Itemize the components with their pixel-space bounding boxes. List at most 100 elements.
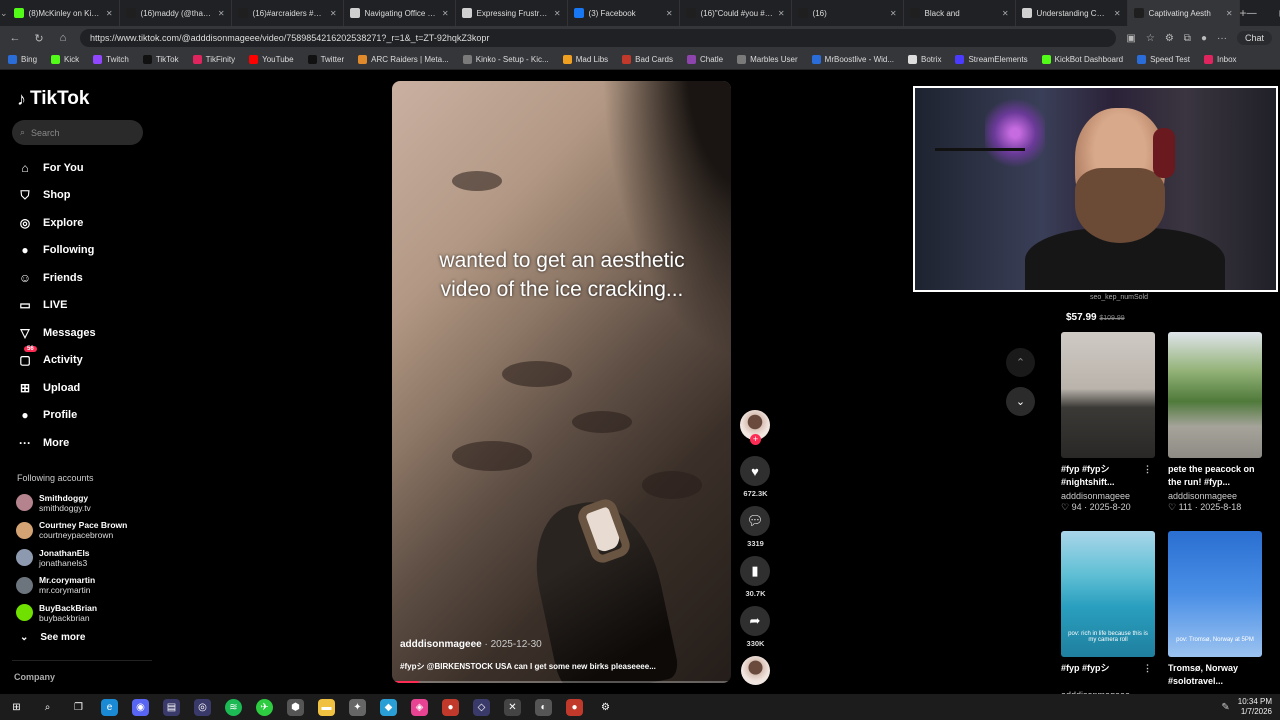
- share-button[interactable]: ➦: [740, 606, 770, 636]
- clock[interactable]: 10:34 PM 1/7/2026: [1238, 697, 1272, 717]
- related-video-card[interactable]: pov: Tromsø, Norway at 5PM Tromsø, Norwa…: [1168, 531, 1263, 688]
- card-author[interactable]: adddisonmageee: [1168, 491, 1263, 501]
- bookmark-item[interactable]: Marbles User: [737, 55, 798, 64]
- bookmark-item[interactable]: Chatle: [686, 55, 723, 64]
- bookmark-item[interactable]: MrBoostlive - Wid...: [811, 55, 894, 64]
- company-link[interactable]: Company: [14, 672, 55, 682]
- reload-icon[interactable]: ↻: [32, 32, 46, 45]
- like-button[interactable]: ♥: [740, 456, 770, 486]
- app-icon[interactable]: ●: [442, 698, 459, 716]
- bookmark-item[interactable]: KickBot Dashboard: [1041, 55, 1123, 64]
- following-account[interactable]: BuyBackBrian buybackbrian: [16, 599, 127, 627]
- app-icon[interactable]: ◈: [411, 698, 428, 716]
- back-icon[interactable]: ←: [8, 32, 22, 44]
- bookmark-item[interactable]: ARC Raiders | Meta...: [358, 55, 449, 64]
- close-tab-icon[interactable]: ✕: [442, 9, 449, 18]
- bookmark-item[interactable]: Inbox: [1203, 55, 1237, 64]
- more-options-icon[interactable]: ⋮: [1143, 662, 1152, 675]
- card-author[interactable]: adddisonmageee: [1061, 491, 1156, 501]
- close-tab-icon[interactable]: ✕: [106, 9, 113, 18]
- app-icon[interactable]: ✈: [256, 698, 273, 716]
- close-tab-icon[interactable]: ✕: [554, 9, 561, 18]
- home-icon[interactable]: ⌂: [56, 32, 70, 44]
- more-options-icon[interactable]: ⋮: [1143, 463, 1152, 476]
- see-more-button[interactable]: ⌄ See more: [20, 632, 85, 643]
- bookmark-item[interactable]: Twitch: [93, 55, 129, 64]
- close-tab-icon[interactable]: ✕: [890, 9, 897, 18]
- related-video-card[interactable]: pete the peacock on the run! #fyp... add…: [1168, 332, 1263, 513]
- bookmark-item[interactable]: Kinko - Setup - Kic...: [462, 55, 549, 64]
- bookmark-item[interactable]: Speed Test: [1137, 55, 1190, 64]
- settings-icon[interactable]: ⚙: [597, 699, 614, 716]
- menu-dots-icon[interactable]: ···: [1217, 33, 1227, 44]
- url-field[interactable]: https://www.tiktok.com/@adddisonmageee/v…: [80, 29, 1117, 47]
- related-video-card[interactable]: pov: rich in life because this is my cam…: [1061, 531, 1156, 700]
- sidebar-item-live[interactable]: ▭ LIVE: [17, 292, 96, 320]
- app-icon[interactable]: ✕: [504, 698, 521, 716]
- bookmark-item[interactable]: StreamElements: [955, 55, 1028, 64]
- extensions-icon[interactable]: ⚙: [1165, 33, 1174, 44]
- close-tab-icon[interactable]: ✕: [330, 9, 337, 18]
- app-icon[interactable]: ▤: [163, 698, 180, 716]
- related-video-card[interactable]: #fyp #fypシ #nightshift... ⋮ adddisonmagee…: [1061, 332, 1156, 513]
- following-account[interactable]: Courtney Pace Brown courtneypacebrown: [16, 517, 127, 545]
- profile-avatar-icon[interactable]: ●: [1201, 33, 1207, 44]
- next-video-button[interactable]: ⌄: [1006, 387, 1035, 416]
- video-progress-bar[interactable]: [392, 681, 731, 683]
- browser-tab[interactable]: (16)"Could #you #elab ✕: [680, 0, 792, 26]
- tiktok-logo[interactable]: ♪ TikTok: [17, 88, 89, 110]
- following-account[interactable]: JonathanEls jonathanels3: [16, 544, 127, 572]
- app-icon[interactable]: ◆: [380, 698, 397, 716]
- search-input[interactable]: ⌕ Search: [12, 120, 143, 145]
- video-thumbnail[interactable]: [1168, 332, 1262, 458]
- close-tab-icon[interactable]: ✕: [778, 9, 785, 18]
- browser-tab[interactable]: (3) Facebook ✕: [568, 0, 680, 26]
- browser-tab[interactable]: (16) ✕: [792, 0, 904, 26]
- bookmark-item[interactable]: YouTube: [249, 55, 294, 64]
- collections-icon[interactable]: ⧉: [1184, 33, 1191, 44]
- close-tab-icon[interactable]: ✕: [1114, 9, 1121, 18]
- bookmark-item[interactable]: TikFinity: [192, 55, 235, 64]
- app-icon[interactable]: ⬢: [287, 698, 304, 716]
- bookmark-item[interactable]: Kick: [51, 55, 79, 64]
- close-tab-icon[interactable]: ✕: [218, 9, 225, 18]
- sidebar-item-messages[interactable]: ▽ Messages: [17, 319, 95, 347]
- tab-search-icon[interactable]: ⌄: [0, 8, 8, 19]
- app-icon[interactable]: ●: [566, 698, 583, 716]
- comment-button[interactable]: 💬︎: [740, 506, 770, 536]
- browser-tab[interactable]: (8)McKinley on Kick (@ ✕: [8, 0, 120, 26]
- bookmark-item[interactable]: Twitter: [307, 55, 344, 64]
- browser-tab[interactable]: Captivating Aesth ✕: [1127, 0, 1240, 26]
- split-view-icon[interactable]: ▣: [1126, 33, 1135, 44]
- following-account[interactable]: Mr.corymartin mr.corymartin: [16, 572, 127, 600]
- edge-icon[interactable]: e: [101, 698, 118, 716]
- browser-tab[interactable]: Understanding Consen ✕: [1016, 0, 1128, 26]
- bookmark-item[interactable]: TikTok: [142, 55, 179, 64]
- video-player[interactable]: wanted to get an aesthetic video of the …: [392, 81, 731, 683]
- app-icon[interactable]: ◐: [535, 698, 552, 716]
- browser-tab[interactable]: (16)maddy (@thatfunn ✕: [120, 0, 232, 26]
- copilot-chat-button[interactable]: Chat: [1236, 31, 1272, 45]
- browser-tab[interactable]: Black and ✕: [904, 0, 1016, 26]
- sidebar-item-shop[interactable]: ⛉ Shop: [17, 182, 96, 210]
- spotify-icon[interactable]: ≋: [225, 698, 242, 716]
- sidebar-item-upload[interactable]: ⊞ Upload: [17, 374, 96, 402]
- sidebar-item-more[interactable]: ··· More: [17, 429, 96, 457]
- sidebar-item-activity[interactable]: ▢ 56 Activity: [17, 346, 96, 375]
- close-tab-icon[interactable]: ✕: [1002, 9, 1009, 18]
- creator-avatar[interactable]: +: [740, 410, 770, 445]
- follow-plus-icon[interactable]: +: [750, 434, 761, 445]
- new-tab-button[interactable]: +: [1240, 6, 1247, 20]
- bookmark-item[interactable]: Bad Cards: [622, 55, 673, 64]
- app-icon[interactable]: ✦: [349, 698, 366, 716]
- sidebar-item-following[interactable]: ● Following: [17, 237, 96, 265]
- browser-tab[interactable]: Navigating Office Cultu ✕: [344, 0, 456, 26]
- search-icon[interactable]: ⌕: [39, 699, 56, 716]
- product-price[interactable]: $57.99 $109.99: [1066, 312, 1125, 323]
- favorite-star-icon[interactable]: ☆: [1146, 33, 1155, 44]
- sidebar-item-profile[interactable]: ● Profile: [17, 402, 96, 430]
- pen-icon[interactable]: ✎: [1221, 702, 1229, 713]
- minimize-icon[interactable]: —: [1247, 8, 1257, 19]
- video-thumbnail[interactable]: pov: rich in life because this is my cam…: [1061, 531, 1155, 657]
- video-thumbnail[interactable]: pov: Tromsø, Norway at 5PM: [1168, 531, 1262, 657]
